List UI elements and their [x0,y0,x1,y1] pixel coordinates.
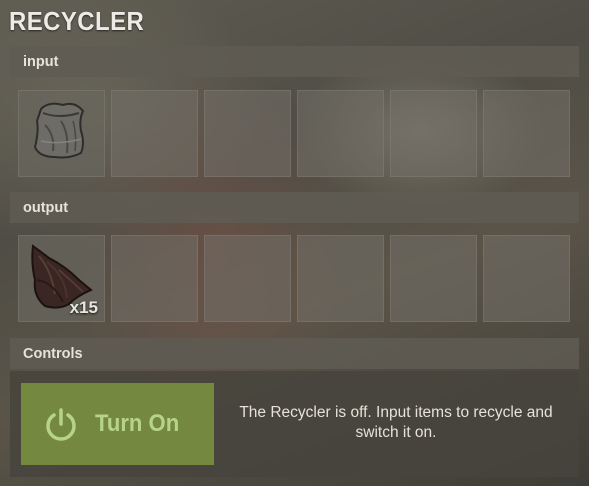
turn-on-label: Turn On [95,410,180,437]
input-slot-6[interactable] [483,90,570,177]
recycler-status-text: The Recycler is off. Input items to recy… [239,404,553,441]
input-slot-5[interactable] [390,90,477,177]
turn-on-button[interactable]: Turn On [21,383,214,465]
input-slot-3[interactable] [204,90,291,177]
power-icon [46,408,76,441]
input-slot-4[interactable] [297,90,384,177]
cloth-bag-icon [33,102,85,159]
output-slot-6[interactable] [483,235,570,322]
input-slot-1[interactable] [18,90,105,177]
input-slot-2[interactable] [111,90,198,177]
controls-panel: Turn On The Recycler is off. Input items… [10,371,579,477]
controls-header-label: Controls [23,345,83,362]
output-slot-5[interactable] [390,235,477,322]
input-slots [18,90,570,177]
output-header-label: output [23,199,69,216]
output-slot-1-qty: x15 [69,298,98,317]
output-slot-4[interactable] [297,235,384,322]
output-header: output [10,192,579,223]
recycler-title: RECYCLER [9,6,145,36]
output-slot-1[interactable]: x15 [18,235,105,322]
input-header-label: input [23,53,59,70]
input-header: input [10,46,579,77]
output-slot-3[interactable] [204,235,291,322]
controls-header: Controls [10,338,579,369]
output-slots: x15 [18,235,570,322]
output-slot-2[interactable] [111,235,198,322]
